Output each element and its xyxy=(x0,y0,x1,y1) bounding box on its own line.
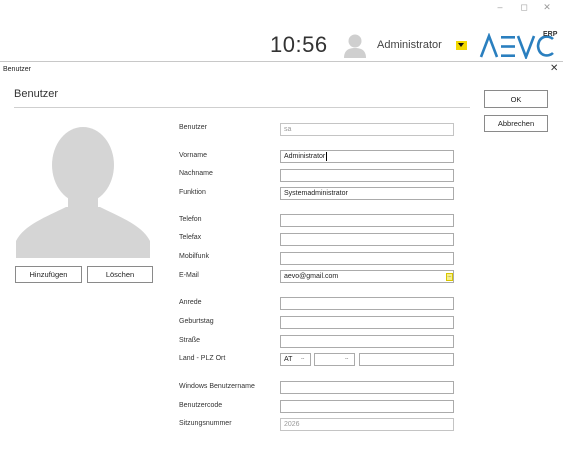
user-name[interactable]: Administrator xyxy=(377,39,442,51)
logo-erp-suffix: ERP xyxy=(543,31,558,38)
mobilfunk-field[interactable] xyxy=(280,252,454,265)
user-silhouette-icon xyxy=(16,123,150,258)
dialog-caption: Benutzer xyxy=(3,66,32,73)
text-cursor xyxy=(326,151,328,161)
close-window-button[interactable]: ✕ xyxy=(540,1,554,13)
label-benutzer: Benutzer xyxy=(179,124,208,131)
anrede-field[interactable] xyxy=(280,297,454,310)
caret-down-icon[interactable] xyxy=(456,41,467,50)
label-email: E-Mail xyxy=(179,272,199,279)
label-strasse: Straße xyxy=(179,337,201,344)
label-windows-benutzername: Windows Benutzername xyxy=(179,383,255,390)
vorname-value: Administrator xyxy=(284,153,326,160)
plz-combo[interactable] xyxy=(314,353,355,366)
label-telefon: Telefon xyxy=(179,216,202,223)
ok-button[interactable]: OK xyxy=(484,90,548,108)
windows-benutzername-field[interactable] xyxy=(280,381,454,394)
label-funktion: Funktion xyxy=(179,189,206,196)
benutzercode-field[interactable] xyxy=(280,400,454,413)
land-dropdown-icon[interactable]: -- xyxy=(301,356,304,362)
label-sitzungsnummer: Sitzungsnummer xyxy=(179,420,232,427)
clock: 10:56 xyxy=(270,32,328,57)
label-benutzercode: Benutzercode xyxy=(179,402,223,409)
telefon-field[interactable] xyxy=(280,214,454,227)
strasse-field[interactable] xyxy=(280,335,454,348)
label-mobilfunk: Mobilfunk xyxy=(179,253,209,260)
telefax-field[interactable] xyxy=(280,233,454,246)
label-telefax: Telefax xyxy=(179,234,202,241)
email-browse-button[interactable]: ... xyxy=(446,273,453,281)
sitzungsnummer-field[interactable]: 2026 xyxy=(280,418,454,431)
delete-photo-button[interactable]: Löschen xyxy=(87,266,153,283)
dialog-close-icon[interactable]: ✕ xyxy=(550,63,558,74)
nachname-field[interactable] xyxy=(280,169,454,182)
label-land-plz-ort: Land - PLZ Ort xyxy=(179,355,226,362)
maximize-button[interactable]: ◻ xyxy=(517,1,531,13)
vorname-field[interactable]: Administrator xyxy=(280,150,454,163)
title-divider xyxy=(14,107,470,108)
label-anrede: Anrede xyxy=(179,299,202,306)
header-divider xyxy=(0,61,563,62)
plz-dropdown-icon[interactable]: -- xyxy=(345,356,348,362)
funktion-field[interactable]: Systemadministrator xyxy=(280,187,454,200)
label-nachname: Nachname xyxy=(179,170,213,177)
add-photo-button[interactable]: Hinzufügen xyxy=(15,266,82,283)
label-vorname: Vorname xyxy=(179,152,208,159)
minimize-button[interactable]: – xyxy=(493,1,507,13)
land-value: AT xyxy=(284,356,293,363)
ort-field[interactable] xyxy=(359,353,454,366)
land-combo[interactable]: AT xyxy=(280,353,311,366)
email-field[interactable]: aevo@gmail.com xyxy=(280,270,454,283)
benutzer-field[interactable]: sa xyxy=(280,123,454,136)
user-silhouette-icon xyxy=(343,33,367,58)
geburtstag-field[interactable] xyxy=(280,316,454,329)
cancel-button[interactable]: Abbrechen xyxy=(484,115,548,132)
dialog-title: Benutzer xyxy=(14,88,59,100)
label-geburtstag: Geburtstag xyxy=(179,318,214,325)
